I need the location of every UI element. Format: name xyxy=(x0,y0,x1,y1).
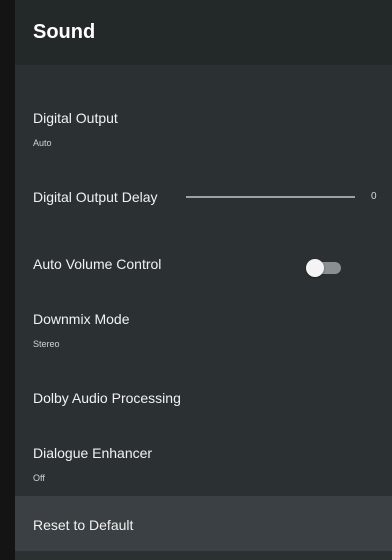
digital-output-delay-label: Digital Output Delay xyxy=(33,189,158,205)
digital-output-delay-slider[interactable] xyxy=(186,196,355,198)
settings-panel: Sound Digital Output Auto Digital Output… xyxy=(15,0,392,560)
downmix-mode-label: Downmix Mode xyxy=(33,311,130,327)
menu-item-auto-volume-control[interactable]: Auto Volume Control xyxy=(15,242,392,309)
menu-item-downmix-mode[interactable]: Downmix Mode Stereo xyxy=(15,309,392,376)
bottom-edge xyxy=(15,551,392,560)
reset-to-default-item[interactable]: Reset to Default xyxy=(15,496,392,551)
auto-volume-control-toggle[interactable] xyxy=(306,259,342,277)
dialogue-enhancer-value: Off xyxy=(33,473,45,483)
settings-menu-list: Digital Output Auto Digital Output Delay… xyxy=(15,65,392,510)
digital-output-value: Auto xyxy=(33,138,52,148)
toggle-knob xyxy=(306,259,324,277)
dialogue-enhancer-label: Dialogue Enhancer xyxy=(33,445,153,461)
page-title: Sound xyxy=(33,21,96,43)
reset-to-default-label: Reset to Default xyxy=(33,517,134,533)
digital-output-delay-value: 0 xyxy=(371,191,377,202)
digital-output-label: Digital Output xyxy=(33,110,118,126)
downmix-mode-value: Stereo xyxy=(33,339,60,349)
menu-item-digital-output-delay[interactable]: Digital Output Delay 0 xyxy=(15,175,392,242)
menu-item-dolby-audio-processing[interactable]: Dolby Audio Processing xyxy=(15,376,392,443)
menu-item-digital-output[interactable]: Digital Output Auto xyxy=(15,108,392,175)
panel-header: Sound xyxy=(15,0,392,65)
dolby-audio-processing-label: Dolby Audio Processing xyxy=(33,390,181,406)
auto-volume-control-label: Auto Volume Control xyxy=(33,256,162,272)
